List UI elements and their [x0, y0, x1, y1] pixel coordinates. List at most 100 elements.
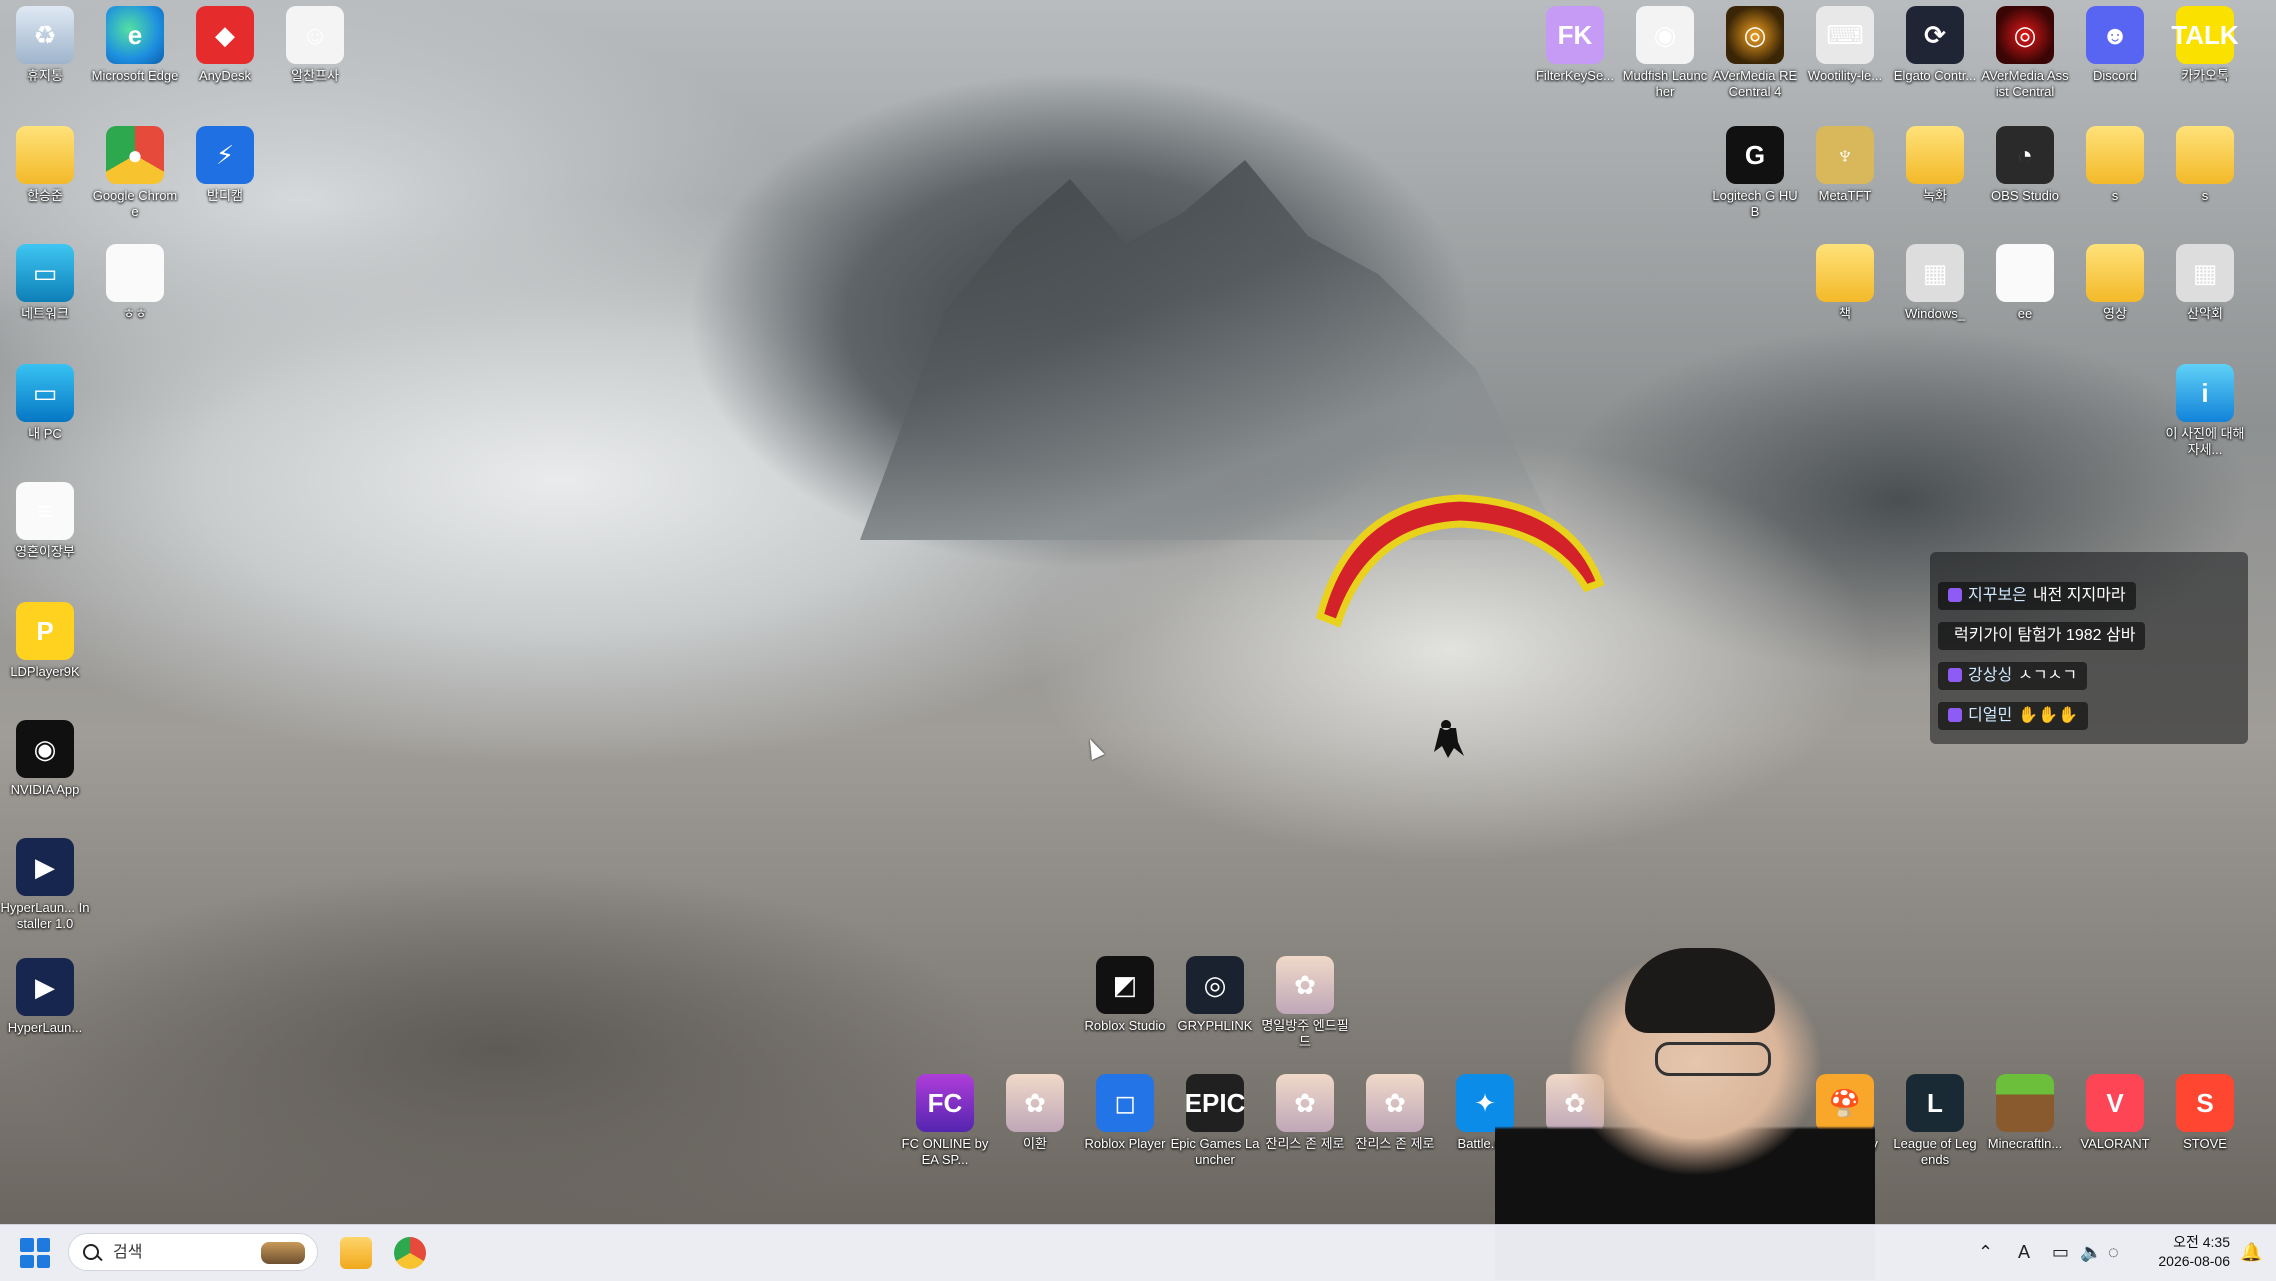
chat-message: 디얼민 ✋✋✋ [1938, 702, 2088, 730]
desktop-shortcut[interactable]: EPIC Epic Games Launcher [1170, 1074, 1260, 1168]
desktop-shortcut[interactable]: L League of Legends [1890, 1074, 1980, 1168]
desktop-shortcut[interactable]: ⟳ Elgato Contr... [1890, 6, 1980, 84]
shortcut-label: 산악회 [2187, 306, 2223, 321]
desktop-shortcut[interactable]: ● Google Chrome [90, 126, 180, 220]
desktop-shortcut[interactable]: ee [1980, 244, 2070, 322]
desktop-shortcut[interactable]: ☺ 알찬프사 [270, 6, 360, 84]
ldplayer-icon: P [16, 602, 74, 660]
desktop-shortcut[interactable]: ▦ Windows_ [1890, 244, 1980, 322]
chat-message: 럭키가이 탐험가 1982 삼바 [1938, 622, 2146, 650]
shortcut-label: Roblox Studio [1084, 1018, 1166, 1033]
desktop-shortcut[interactable]: ◉ Mudfish Launcher [1620, 6, 1710, 100]
shortcut-label: 내 PC [28, 426, 62, 441]
desktop-shortcut[interactable]: FC FC ONLINE by EA SP... [900, 1074, 990, 1168]
desktop-shortcut[interactable]: 책 [1800, 244, 1890, 322]
metatft-icon: ♆ [1816, 126, 1874, 184]
wallpaper-mountain [860, 160, 1560, 540]
desktop-shortcut[interactable]: TALK 카카오톡 [2160, 6, 2250, 84]
desktop-shortcut[interactable]: ♆ MetaTFT [1800, 126, 1890, 204]
shortcut-label: Windows_ [1905, 306, 1965, 321]
paraglider-canopy [1315, 494, 1605, 628]
desktop-shortcut[interactable]: ▶ HyperLaun... [0, 958, 90, 1036]
desktop-shortcut[interactable]: S STOVE [2160, 1074, 2250, 1152]
desktop-shortcut[interactable]: ◎ AVerMedia RECentral 4 [1710, 6, 1800, 100]
desktop-shortcut[interactable]: s [2160, 126, 2250, 204]
bolt-app-icon: ⚡ [196, 126, 254, 184]
network-icon[interactable]: ▭ [2052, 1239, 2069, 1265]
desktop-shortcut[interactable]: ⚡ 반디캠 [180, 126, 270, 204]
desktop-shortcut[interactable]: ✿ 이환 [990, 1074, 1080, 1152]
desktop-shortcut[interactable]: Minecraftln... [1980, 1074, 2070, 1152]
desktop-shortcut[interactable]: V VALORANT [2070, 1074, 2160, 1152]
tray-overflow-chevron-icon[interactable]: ⌃ [1978, 1239, 1993, 1265]
folder-icon [1906, 126, 1964, 184]
fc-online-icon: FC [916, 1074, 974, 1132]
desktop-shortcut[interactable]: ⌨ Wootility-le... [1800, 6, 1890, 84]
start-button[interactable] [20, 1238, 50, 1268]
desktop-shortcut[interactable]: ≡ 영혼이장부 [0, 482, 90, 560]
desktop-shortcut[interactable]: P LDPlayer9K [0, 602, 90, 680]
chat-text: 내전 지지마라 [2032, 587, 2126, 604]
desktop-shortcut[interactable]: ◩ Roblox Studio [1080, 956, 1170, 1034]
webcam-person-glasses [1655, 1042, 1771, 1076]
shortcut-label: League of Legends [1893, 1136, 1977, 1167]
taskbar-clock[interactable]: 오전 4:35 2026-08-06 [2140, 1233, 2230, 1271]
desktop-shortcut[interactable]: ◎ AVerMedia Assist Central [1980, 6, 2070, 100]
gryphlink-icon: ◎ [1186, 956, 1244, 1014]
taskbar-search-box[interactable]: 검색 [68, 1233, 318, 1271]
shortcut-label: 알찬프사 [291, 68, 339, 83]
shortcut-label: Elgato Contr... [1893, 68, 1977, 83]
taskbar-chrome-icon[interactable] [394, 1237, 426, 1269]
desktop-shortcut[interactable]: 한승준 [0, 126, 90, 204]
avermedia-assist-icon: ◎ [1996, 6, 2054, 64]
desktop-shortcut[interactable]: ♻ 휴지통 [0, 6, 90, 84]
folder-icon [2176, 126, 2234, 184]
desktop-shortcut[interactable]: i 이 사진에 대해 자세... [2160, 364, 2250, 458]
shortcut-label: Google Chrome [92, 188, 178, 219]
valorant-icon: V [2086, 1074, 2144, 1132]
shortcut-label: MetaTFT [1818, 188, 1872, 203]
desktop-shortcut[interactable]: ✿ 잔리스 존 제로 [1350, 1074, 1440, 1152]
shortcut-label: Microsoft Edge [91, 68, 179, 83]
desktop-shortcut[interactable]: s [2070, 126, 2160, 204]
desktop-shortcut[interactable]: ◉ NVIDIA App [0, 720, 90, 798]
desktop-shortcut[interactable]: ◆ AnyDesk [180, 6, 270, 84]
ime-indicator[interactable]: A [2018, 1239, 2030, 1265]
desktop-shortcut[interactable]: ▦ 산악회 [2160, 244, 2250, 322]
desktop-shortcut[interactable]: ✿ 잔리스 존 제로 [1260, 1074, 1350, 1152]
desktop-shortcut[interactable]: 녹화 [1890, 126, 1980, 204]
desktop-shortcut[interactable]: ◔ OBS Studio [1980, 126, 2070, 204]
shortcut-label: 반디캠 [207, 188, 243, 203]
desktop-shortcut[interactable]: e Microsoft Edge [90, 6, 180, 84]
desktop-shortcut[interactable]: ☻ Discord [2070, 6, 2160, 84]
volume-icon[interactable]: 🔈 [2080, 1239, 2102, 1265]
discord-icon: ☻ [2086, 6, 2144, 64]
clock-time: 오전 4:35 [2173, 1234, 2230, 1250]
webcam-person-hair [1625, 948, 1775, 1033]
desktop-shortcut[interactable]: ✿ 명일방주 엔드필드 [1260, 956, 1350, 1050]
shortcut-label: Epic Games Launcher [1170, 1136, 1260, 1167]
desktop-shortcut[interactable]: FK FilterKeySe... [1530, 6, 1620, 84]
taskbar-file-explorer-icon[interactable] [340, 1237, 372, 1269]
chat-message: 지꾸보은 내전 지지마라 [1938, 582, 2136, 610]
desktop-shortcut[interactable]: ㅎㅎ [90, 244, 180, 322]
desktop-shortcut[interactable]: 영상 [2070, 244, 2160, 322]
desktop-shortcut[interactable]: ▭ 내 PC [0, 364, 90, 442]
roblox-player-icon: ◻ [1096, 1074, 1154, 1132]
notification-bell-icon[interactable]: 🔔 [2240, 1239, 2262, 1265]
minecraft-icon [1996, 1074, 2054, 1132]
desktop-shortcut[interactable]: ▭ 네트워크 [0, 244, 90, 322]
shortcut-label: STOVE [2183, 1136, 2227, 1151]
folder-icon [16, 126, 74, 184]
desktop-shortcut[interactable]: G Logitech G HUB [1710, 126, 1800, 220]
desktop-shortcut[interactable]: ◎ GRYPHLINK [1170, 956, 1260, 1034]
desktop-shortcut[interactable]: ◻ Roblox Player [1080, 1074, 1170, 1152]
shortcut-label: Wootility-le... [1807, 68, 1883, 83]
chat-text: 럭키가이 탐험가 1982 삼바 [1954, 627, 2136, 644]
windows-logo-pane [36, 1238, 50, 1252]
search-placeholder: 검색 [113, 1244, 143, 1261]
shortcut-label: Logitech G HUB [1712, 188, 1798, 219]
desktop-shortcut[interactable]: ▶ HyperLaun... Installer 1.0 [0, 838, 90, 932]
chat-bubble-icon[interactable]: ◌ [2108, 1239, 2119, 1265]
chrome-icon: ● [106, 126, 164, 184]
